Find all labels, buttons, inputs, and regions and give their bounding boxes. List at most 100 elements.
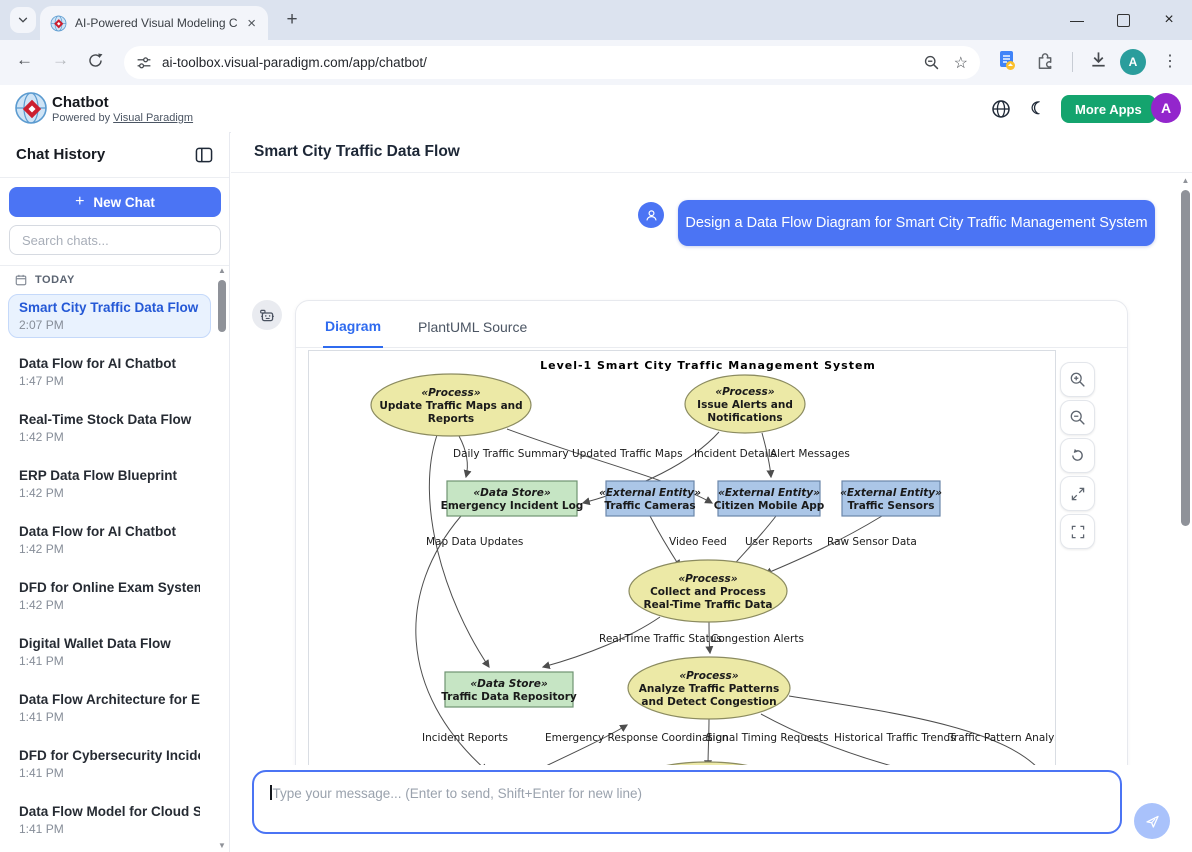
main-scrollbar-thumb[interactable]	[1181, 190, 1190, 526]
dfd-edge-label: Raw Sensor Data	[827, 536, 917, 548]
zoom-out-button[interactable]	[1060, 400, 1095, 435]
chat-item-time: 1:41 PM	[19, 766, 200, 780]
dfd-node-label: Real-Time Traffic Data	[644, 599, 773, 611]
send-button[interactable]	[1134, 803, 1170, 839]
panel-toggle-icon[interactable]	[195, 147, 213, 163]
dfd-node-label: «Data Store»	[473, 487, 550, 499]
dfd-node-label: «Process»	[678, 573, 737, 585]
chevron-down-icon	[16, 13, 30, 27]
new-chat-button[interactable]: + New Chat	[9, 187, 221, 217]
user-avatar	[638, 202, 664, 228]
chat-history-item[interactable]: Data Flow Architecture for E-... 1:41 PM	[8, 686, 211, 730]
tab-diagram[interactable]: Diagram	[323, 318, 383, 348]
dfd-edge	[789, 696, 1044, 765]
main-scrollbar[interactable]: ▲	[1180, 176, 1191, 762]
minimize-button[interactable]: —	[1054, 12, 1100, 28]
diagram-tabs: Diagram PlantUML Source	[296, 301, 1127, 348]
moon-icon: ☾	[1030, 99, 1045, 119]
tab-title: AI-Powered Visual Modeling Ch	[75, 16, 237, 30]
dfd-node-label: «Process»	[679, 670, 738, 682]
dfd-edge-label: Map Data Updates	[426, 536, 523, 548]
extensions-button[interactable]	[1036, 51, 1055, 70]
chat-history-item[interactable]: DFD for Online Exam System1:42 PM	[8, 574, 211, 618]
chat-history-item[interactable]: Data Flow for AI Chatbot1:42 PM	[8, 518, 211, 562]
account-avatar[interactable]: A	[1151, 93, 1181, 123]
chat-item-time: 2:07 PM	[19, 318, 200, 332]
chat-history-item[interactable]: Real-Time Stock Data Flow1:42 PM	[8, 406, 211, 450]
reset-view-icon	[1069, 447, 1086, 464]
conversation-title: Smart City Traffic Data Flow	[231, 132, 1192, 173]
forward-button[interactable]: →	[52, 50, 69, 70]
sidebar-scrollbar-thumb[interactable]	[218, 280, 226, 332]
tab-close-icon[interactable]: ×	[245, 16, 258, 31]
dark-mode-button[interactable]: ☾	[1027, 98, 1049, 120]
globe-icon	[991, 99, 1011, 119]
dfd-node-label: «External Entity»	[599, 487, 701, 499]
reload-button[interactable]	[87, 52, 104, 69]
browser-tabstrip: AI-Powered Visual Modeling Ch × + — ×	[0, 0, 1192, 40]
download-icon	[1089, 50, 1108, 70]
zoom-in-button[interactable]	[1060, 362, 1095, 397]
close-window-button[interactable]: ×	[1146, 11, 1192, 29]
dfd-edge-label: Historical Traffic Trends	[834, 732, 956, 744]
chat-history-item[interactable]: ERP Data Flow Blueprint1:42 PM	[8, 462, 211, 506]
dfd-edge-label: Updated Traffic Maps	[572, 448, 683, 460]
bot-response-card: Diagram PlantUML Source Level-1 Smart Ci…	[295, 300, 1128, 765]
puzzle-icon	[1036, 51, 1055, 70]
chat-history-item[interactable]: Smart City Traffic Data Flow2:07 PM	[8, 294, 211, 338]
maximize-button[interactable]	[1100, 14, 1146, 27]
chat-item-title: DFD for Online Exam System	[19, 580, 200, 595]
dfd-edge-label: Real-Time Traffic Status	[599, 633, 722, 645]
dfd-node-label: «External Entity»	[840, 487, 942, 499]
language-button[interactable]	[990, 98, 1012, 120]
scroll-up-icon[interactable]: ▲	[217, 266, 227, 275]
scroll-down-icon[interactable]: ▼	[217, 841, 227, 850]
tab-search-button[interactable]	[10, 7, 36, 33]
dfd-edge-label: Alert Messages	[770, 448, 850, 460]
chat-history-item[interactable]: Data Flow Model for Cloud S...1:41 PM	[8, 798, 211, 842]
dfd-node-label: «Data Store»	[470, 678, 547, 690]
message-input[interactable]: Type your message... (Enter to send, Shi…	[252, 770, 1122, 834]
tab-plantuml-source[interactable]: PlantUML Source	[416, 319, 529, 347]
chat-history-item[interactable]: Data Flow for AI Chatbot1:47 PM	[8, 350, 211, 394]
reload-icon	[87, 52, 104, 69]
fullscreen-button[interactable]	[1060, 514, 1095, 549]
visual-paradigm-link[interactable]: Visual Paradigm	[113, 112, 193, 124]
search-input[interactable]	[9, 225, 221, 255]
dfd-node-label: Collect and Process	[650, 586, 766, 598]
reset-view-button[interactable]	[1060, 438, 1095, 473]
scroll-up-icon[interactable]: ▲	[1180, 176, 1191, 185]
today-section-header: TODAY	[0, 266, 229, 292]
chat-item-title: Data Flow Architecture for E-...	[19, 692, 200, 707]
new-tab-button[interactable]: +	[280, 8, 304, 32]
maximize-icon	[1117, 14, 1130, 27]
app-subtitle: Powered by Visual Paradigm	[52, 112, 193, 124]
chat-history-list: Smart City Traffic Data Flow2:07 PM Data …	[0, 292, 229, 842]
browser-menu-button[interactable]: ⋮	[1162, 49, 1178, 75]
downloads-button[interactable]	[1089, 50, 1108, 70]
dfd-node-label: Traffic Cameras	[604, 500, 695, 512]
chat-history-item[interactable]: Digital Wallet Data Flow1:41 PM	[8, 630, 211, 674]
tune-icon	[136, 55, 152, 71]
diagram-canvas[interactable]: Level-1 Smart City Traffic Management Sy…	[308, 350, 1056, 765]
visual-paradigm-logo-icon	[14, 91, 48, 125]
expand-button[interactable]	[1060, 476, 1095, 511]
chat-item-title: DFD for Cybersecurity Incide...	[19, 748, 200, 763]
user-message-bubble: Design a Data Flow Diagram for Smart Cit…	[678, 200, 1155, 246]
dfd-node-label: «Process»	[715, 386, 774, 398]
docs-extension-button[interactable]	[997, 50, 1016, 71]
dfd-diagram: Level-1 Smart City Traffic Management Sy…	[309, 351, 1055, 765]
chat-area: Design a Data Flow Diagram for Smart Cit…	[231, 173, 1192, 765]
browser-profile-avatar[interactable]: A	[1120, 49, 1146, 75]
zoom-level-button[interactable]	[923, 54, 940, 71]
back-button[interactable]: ←	[16, 50, 33, 70]
chat-history-item[interactable]: DFD for Cybersecurity Incide... 1:41 PM	[8, 742, 211, 786]
chat-item-title: Real-Time Stock Data Flow	[19, 412, 200, 427]
chat-item-time: 1:41 PM	[19, 710, 200, 724]
browser-tab[interactable]: AI-Powered Visual Modeling Ch ×	[40, 6, 268, 40]
more-apps-button[interactable]: More Apps	[1061, 95, 1156, 123]
chat-item-title: Data Flow Model for Cloud S...	[19, 804, 200, 819]
sidebar-scrollbar[interactable]: ▲ ▼	[217, 264, 227, 852]
url-bar[interactable]: ai-toolbox.visual-paradigm.com/app/chatb…	[124, 46, 980, 79]
bookmark-star-icon[interactable]: ☆	[954, 53, 968, 73]
